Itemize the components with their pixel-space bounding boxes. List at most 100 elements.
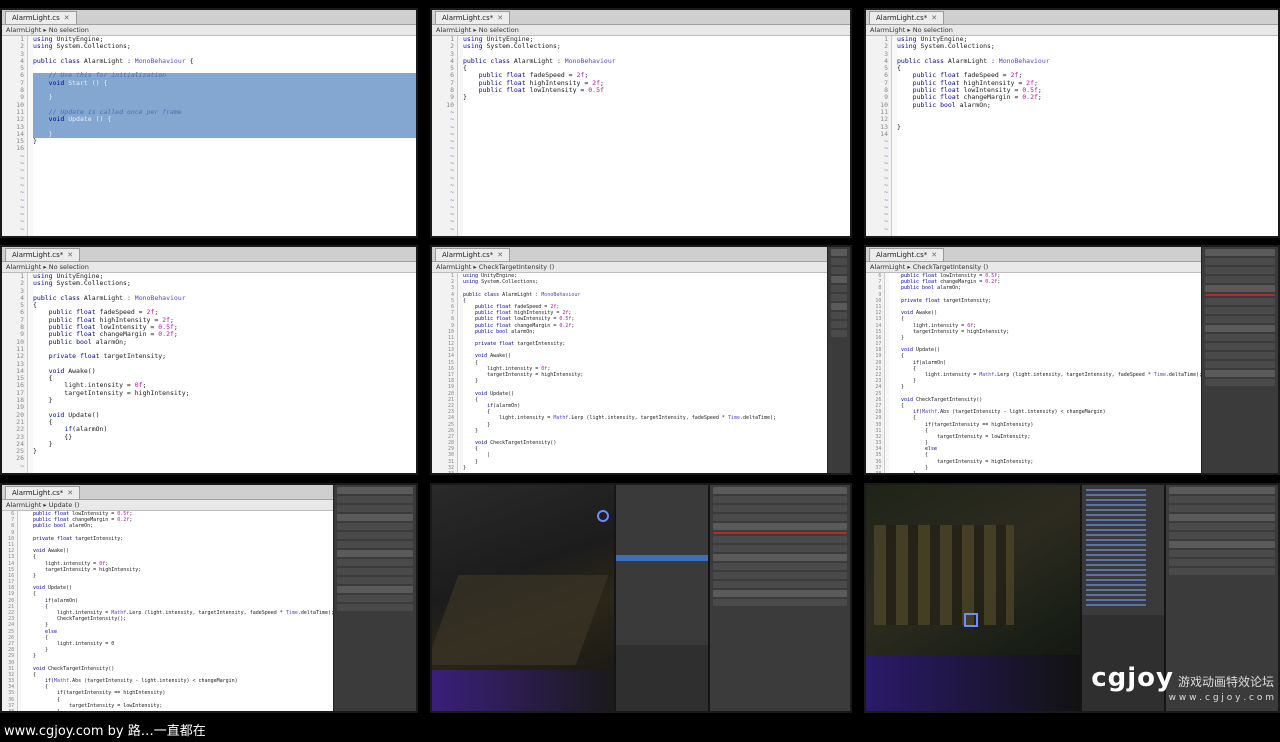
color-swatch[interactable] [1205,294,1275,296]
transform-gizmo-icon[interactable] [964,613,978,627]
inspector-panel[interactable] [333,485,416,711]
close-icon[interactable]: ✕ [497,251,503,259]
code-line: } [20,709,61,713]
line-number: 33 [447,471,454,475]
selected-row[interactable] [616,555,708,561]
inspector-row [1205,249,1275,256]
project-panel[interactable] [616,645,708,711]
code-line: using System.Collections; [463,42,561,51]
file-tab[interactable]: AlarmLight.cs* ✕ [869,248,945,261]
inspector-row [713,581,847,588]
file-tab[interactable]: AlarmLight.cs* ✕ [869,11,945,24]
line-number-gutter: 1 2 3 4 5 6 7 8 9 10 11 12 13 14 15 16 ~ ~ ~ ~ ~ ~ ~ ~ ~ ~ ~ [2,35,28,236]
close-icon[interactable]: ✕ [67,251,73,259]
file-tab-label: AlarmLight.cs* [442,251,494,259]
inspector-row [1205,352,1275,359]
code-line: public class AlarmLight : MonoBehaviour [33,293,186,302]
inspector-panel[interactable] [710,485,850,711]
unity-scene-panel-8 [430,483,852,713]
editor-panel-3: AlarmLight.cs* ✕ AlarmLight ▸ No selectio… [864,8,1280,238]
logo-url: w w w . c g j o y . c o m [1168,693,1274,703]
inspector-row [337,487,413,494]
inspector-row [1169,532,1275,539]
hierarchy-panel[interactable] [616,485,708,711]
code-line: public float lowIntensity = 0.5f [478,86,604,95]
close-icon[interactable]: ✕ [497,14,503,22]
inspector-row [337,595,413,602]
line-number: 38 [875,471,882,475]
code-text[interactable]: using UnityEngine; using System.Collectio… [33,272,416,473]
color-swatch[interactable] [713,532,847,534]
inspector-row [1169,541,1275,548]
inspector-row [713,599,847,606]
scene-view[interactable] [432,485,614,711]
inspector-row [337,568,413,575]
inspector-row [1169,487,1275,494]
inspector-row [337,586,413,593]
code-line: void Update () { [48,115,112,124]
line-number-gutter: 1 2 3 4 5 6 7 8 9 10 ~ ~ ~ ~ ~ ~ ~ ~ ~ ~ ~ ~ ~ ~ ~ ~ ~ [432,35,458,236]
code-editor[interactable]: 1 2 3 4 5 6 7 8 9 10 ~ ~ ~ ~ ~ ~ ~ ~ ~ ~ ~ ~ ~ ~ ~ ~ ~ using UnityE… [432,35,850,236]
code-editor[interactable]: 1 2 3 4 5 6 7 8 9 10 11 12 13 14 15 16 ~ ~ ~ ~ ~ ~ ~ ~ ~ ~ ~ using … [2,35,416,236]
tab-bar: AlarmLight.cs ✕ [2,10,416,25]
close-icon[interactable]: ✕ [64,14,70,22]
code-editor[interactable]: 1 2 3 4 5 6 7 8 9 10 11 12 13 14 ~ ~ ~ ~ ~ ~ ~ ~ ~ ~ ~ ~ ~ using Un… [866,35,1278,236]
code-text[interactable]: public float lowIntensity = 0.5f; public… [889,273,1202,473]
breadcrumb: AlarmLight ▸ CheckTargetIntensity () [866,262,1202,273]
inspector-row [713,545,847,552]
code-text[interactable]: using UnityEngine; using System.Collectio… [463,273,828,473]
inspector-row [831,267,847,274]
inspector-row [713,523,847,530]
watermark-footer: www.cgjoy.com by 路…一直都在 [0,722,1280,742]
code-text[interactable]: using UnityEngine; using System.Collectio… [33,35,416,236]
inspector-row [1205,370,1275,377]
inspector-row [1205,258,1275,265]
code-text[interactable]: using UnityEngine; using System.Collectio… [463,35,850,236]
code-line: public class AlarmLight : MonoBehaviour [463,56,616,65]
code-text[interactable]: using UnityEngine; using System.Collectio… [897,35,1278,236]
inspector-panel[interactable] [1201,247,1278,473]
code-line: } [888,471,916,475]
file-tab[interactable]: AlarmLight.cs ✕ [5,11,77,24]
line-number-gutter: 1 2 3 4 5 6 7 8 9 10 11 12 13 14 ~ ~ ~ ~ ~ ~ ~ ~ ~ ~ ~ ~ ~ [866,35,892,236]
file-tab[interactable]: AlarmLight.cs* ✕ [435,248,511,261]
inspector-row [1205,285,1275,292]
file-tab[interactable]: AlarmLight.cs* ✕ [435,11,511,24]
code-line: {} [33,432,73,441]
file-tab[interactable]: AlarmLight.cs* ✕ [5,248,81,261]
inspector-row [831,330,847,337]
inspector-row [713,505,847,512]
code-line: public class AlarmLight : MonoBehaviour [897,56,1050,65]
inspector-row [1169,550,1275,557]
file-tab[interactable]: AlarmLight.cs* ✕ [5,486,81,499]
code-editor[interactable]: 6 7 8 9 10 11 12 13 14 15 16 17 18 19 20 21 22 23 24 25 26 27… [2,511,334,711]
code-text[interactable]: public float lowIntensity = 0.5f; public… [21,511,334,711]
inspector-row [713,563,847,570]
inspector-row [831,249,847,256]
code-line: void Awake() [48,366,96,375]
inspector-panel[interactable] [827,247,850,473]
inspector-row [1205,267,1275,274]
inspector-row [337,577,413,584]
close-icon[interactable]: ✕ [931,251,937,259]
close-icon[interactable]: ✕ [67,489,73,497]
inspector-row [831,312,847,319]
inspector-row [831,294,847,301]
code-editor[interactable]: 1 2 3 4 5 6 7 8 9 10 11 12 13 14 15 16 17 18 19 20 21 22 23 24 2… [432,273,828,473]
close-icon[interactable]: ✕ [931,14,937,22]
scene-rooms [874,525,1014,625]
inspector-row [1169,514,1275,521]
transform-gizmo-icon[interactable] [597,510,609,522]
object-list[interactable] [1086,489,1146,609]
editor-panel-5: AlarmLight.cs* ✕ AlarmLight ▸ CheckTarget… [430,245,852,475]
code-editor[interactable]: 6 7 8 9 10 11 12 13 14 15 16 17 18 19 20 21 22 23 24 25 26 27… [866,273,1202,473]
code-editor[interactable]: 1 2 3 4 5 6 7 8 9 10 11 12 13 14 15 16 17 18 19 20 21 22 23 24 2… [2,272,416,473]
scene-view[interactable] [866,485,1080,711]
inspector-row [1169,559,1275,566]
